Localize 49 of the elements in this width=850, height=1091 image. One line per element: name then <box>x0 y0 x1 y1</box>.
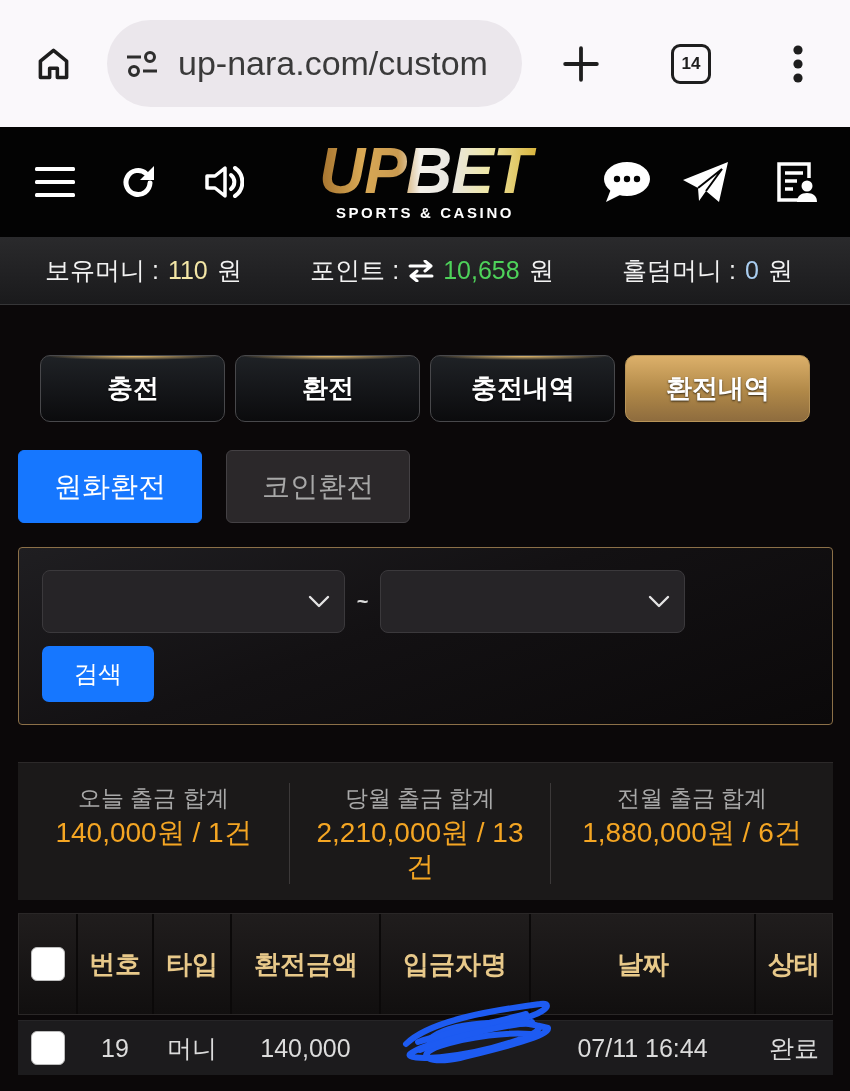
currency-unit: 원 <box>768 255 793 286</box>
sub-tab[interactable]: 원화환전 <box>18 450 202 523</box>
tab[interactable]: 환전 <box>235 355 420 422</box>
balance-label: 홀덤머니 : <box>622 255 737 286</box>
profile-document-icon[interactable] <box>775 161 817 203</box>
currency-unit: 원 <box>528 255 554 286</box>
range-separator: ~ <box>355 590 370 613</box>
balance-value: 0 <box>745 256 759 285</box>
refresh-icon[interactable] <box>120 164 156 200</box>
balance-value: 10,658 <box>443 256 520 285</box>
balance-label: 포인트 : <box>310 255 400 286</box>
checkbox[interactable] <box>30 1031 65 1065</box>
summary-label: 오늘 출금 합계 <box>78 784 229 813</box>
table-cell: 07/11 16:44 <box>577 1033 708 1063</box>
chevron-down-icon <box>308 595 330 608</box>
tab[interactable]: 충전 <box>40 355 225 422</box>
column-header: 상태 <box>768 947 820 981</box>
column-header: 입금자명 <box>403 947 507 981</box>
summary-label: 당월 출금 합계 <box>344 784 496 813</box>
table-cell-text: 완료 <box>769 1032 819 1064</box>
column-header: 번호 <box>89 947 141 981</box>
menu-icon[interactable] <box>35 167 75 197</box>
currency-unit: 원 <box>216 255 242 286</box>
balance-value: 110 <box>167 256 208 285</box>
table-cell: 19 <box>101 1033 129 1063</box>
summary-value: 2,210,000원 / 13건 <box>315 816 525 884</box>
summary-label: 전월 출금 합계 <box>616 784 768 813</box>
column-header: 날짜 <box>616 947 669 981</box>
more-menu-icon[interactable] <box>792 44 804 83</box>
summary-value: 1,880,000원 / 6건 <box>582 816 802 850</box>
table-cell: 140,000 <box>260 1033 351 1063</box>
summary-value: 140,000원 / 1건 <box>55 816 252 850</box>
swap-arrows-icon[interactable] <box>408 259 435 282</box>
checkbox[interactable] <box>30 947 65 981</box>
address-bar[interactable]: up-nara.com/custom <box>107 20 522 107</box>
search-button[interactable]: 검색 <box>42 646 154 702</box>
logo-tagline: SPORTS & CASINO <box>335 203 515 221</box>
site-settings-icon[interactable] <box>125 50 159 77</box>
balance-label: 보유머니 : <box>45 255 159 286</box>
table-cell-text: 머니 <box>167 1032 217 1064</box>
column-header: 환전금액 <box>253 947 358 981</box>
paper-plane-icon[interactable] <box>682 161 729 203</box>
tab[interactable]: 충전내역 <box>430 355 615 422</box>
new-tab-icon[interactable] <box>562 44 600 83</box>
sub-tab[interactable]: 코인환전 <box>226 450 410 523</box>
tab-count-button[interactable]: 14 <box>671 43 711 84</box>
chat-bubble-icon[interactable] <box>603 161 651 203</box>
chevron-down-icon <box>648 595 670 608</box>
column-header: 타입 <box>166 947 218 981</box>
